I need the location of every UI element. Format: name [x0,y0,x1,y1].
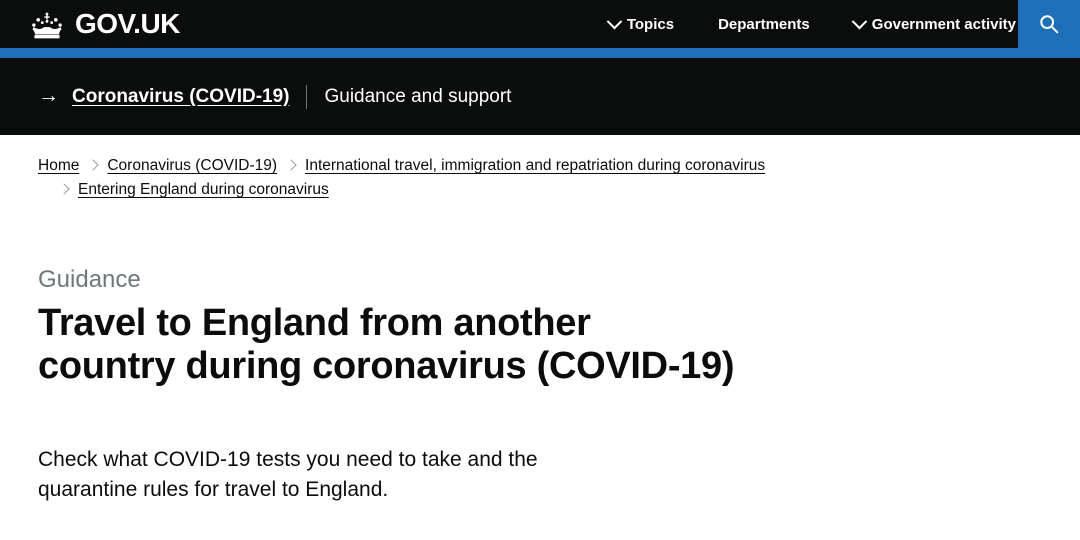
chevron-right-icon [58,183,70,195]
coronavirus-banner-link[interactable]: Coronavirus (COVID-19) [72,86,289,108]
header-blue-rule [0,48,1080,58]
breadcrumb-line-2: Entering England during coronavirus [38,178,838,202]
chevron-down-icon [606,13,623,29]
coronavirus-banner-subtitle: Guidance and support [324,85,512,107]
search-button[interactable] [1018,0,1080,48]
chevron-right-icon [285,159,297,171]
nav-item-label: Departments [718,15,810,33]
main-content: Home Coronavirus (COVID-19) Internationa… [0,135,1080,506]
govuk-logo-link[interactable]: GOV.UK [28,9,180,40]
nav-item-government-activity[interactable]: Government activity [832,13,1038,33]
breadcrumb-item-coronavirus[interactable]: Coronavirus (COVID-19) [107,154,277,178]
brand-name: GOV.UK [75,8,180,39]
search-icon [1038,13,1060,35]
document-type-label: Guidance [38,266,141,293]
nav-item-topics[interactable]: Topics [587,13,696,33]
chevron-down-icon [851,13,868,29]
nav-item-label: Government activity [871,15,1016,33]
banner-divider [306,84,308,109]
primary-navigation: Topics Departments Government activity [587,0,1038,48]
govuk-page: GOV.UK Topics Departments Government act… [0,0,1080,540]
breadcrumb: Home Coronavirus (COVID-19) Internationa… [38,135,838,202]
breadcrumb-line-1: Home Coronavirus (COVID-19) Internationa… [38,154,838,178]
crown-icon [28,10,66,40]
global-header: GOV.UK Topics Departments Government act… [0,0,1080,48]
arrow-right-icon: → [38,84,59,107]
nav-item-departments[interactable]: Departments [696,17,832,32]
page-description: Check what COVID-19 tests you need to ta… [38,448,538,502]
breadcrumb-item-home[interactable]: Home [38,154,79,178]
coronavirus-banner: → Coronavirus (COVID-19) Guidance and su… [0,58,1080,135]
breadcrumb-item-international-travel[interactable]: International travel, immigration and re… [305,154,765,178]
title-block: Guidance Travel to England from another … [38,202,1042,388]
page-title: Travel to England from another country d… [38,302,738,388]
page-title-line-1: Travel to England from another [38,302,591,345]
page-title-line-2: country during coronavirus (COVID-19) [38,345,735,388]
nav-item-label: Topics [626,15,675,33]
breadcrumb-item-entering-england[interactable]: Entering England during coronavirus [78,178,329,202]
chevron-right-icon [87,159,100,171]
